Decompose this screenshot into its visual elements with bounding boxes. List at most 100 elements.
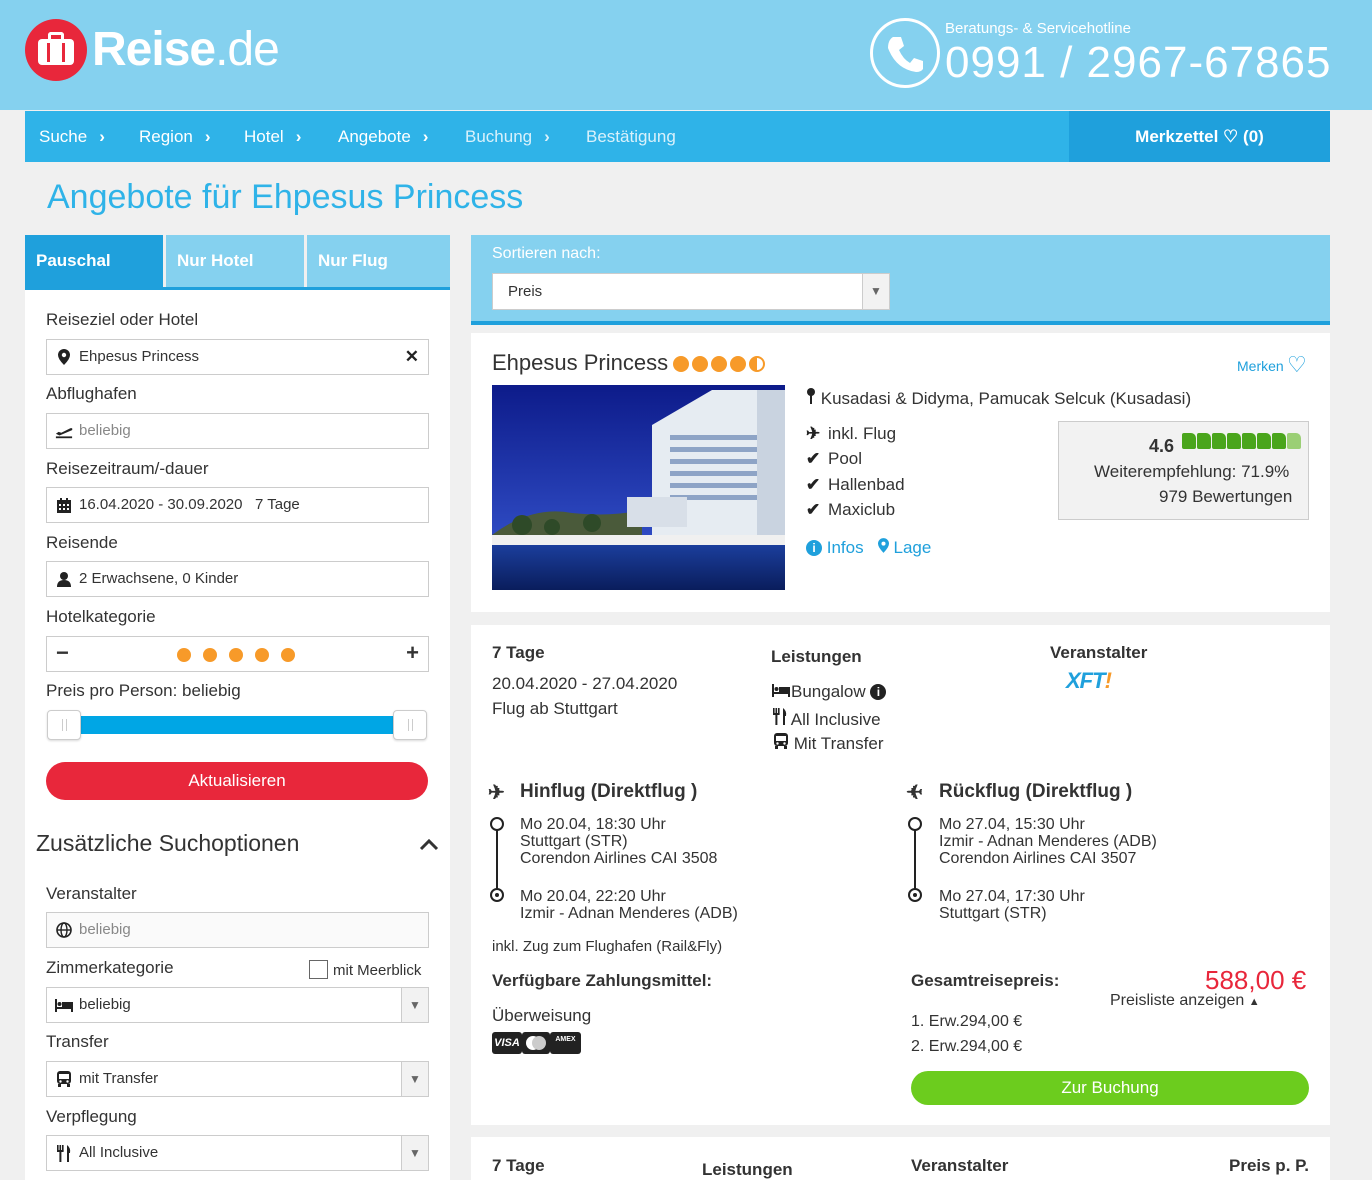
hotline-label: Beratungs- & Servicehotline [945, 20, 1131, 37]
tab-nur-flug[interactable]: Nur Flug [307, 235, 450, 287]
minus-icon[interactable]: − [56, 640, 69, 666]
service-board: All Inclusive [773, 708, 881, 730]
offer-duration: 7 Tage [492, 643, 545, 662]
thumb-up-icon [1227, 433, 1241, 449]
update-button[interactable]: Aktualisieren [46, 762, 428, 800]
travellers-input[interactable]: 2 Erwachsene, 0 Kinder [46, 561, 429, 597]
half-star-icon [749, 356, 765, 372]
chevron-down-icon[interactable]: ▼ [862, 274, 889, 309]
star-icon [692, 356, 708, 372]
service-room: Bungalow i [771, 682, 887, 702]
feature-flight: ✈ inkl. Flug [806, 424, 897, 443]
site-logo[interactable]: Reise.de [25, 19, 280, 81]
inbound-dep-time: Mo 27.04, 15:30 Uhr [939, 816, 1085, 833]
heart-icon[interactable]: ♡ [1287, 352, 1307, 378]
star-icon [673, 356, 689, 372]
hotline-number[interactable]: 0991 / 2967-67865 [945, 38, 1331, 88]
nav-item-suche[interactable]: Suche › [39, 111, 105, 162]
bed-icon [55, 988, 73, 1022]
category-star-dot[interactable] [203, 648, 217, 662]
chevron-right-icon: › [204, 127, 211, 146]
nav-item-region[interactable]: Region › [139, 111, 211, 162]
merkzettel-button[interactable]: Merkzettel ♡ (0) [1069, 111, 1330, 162]
hotel-name[interactable]: Ehpesus Princess [492, 350, 668, 376]
price-label: Preis pro Person: beliebig [46, 681, 241, 700]
plane-takeoff-icon [55, 414, 73, 448]
timeline-end-dot [908, 888, 922, 902]
check-icon: ✔ [806, 475, 821, 494]
hotel-image[interactable] [492, 385, 785, 590]
operator-logo: XFT! [1066, 668, 1112, 693]
category-star-dot[interactable] [177, 648, 191, 662]
map-marker-icon [877, 538, 894, 557]
price-slider-min-handle[interactable] [47, 710, 81, 740]
seaview-label: mit Meerblick [333, 962, 422, 979]
nav-item-buchung[interactable]: Buchung › [465, 111, 550, 162]
info-icon: i [806, 540, 822, 556]
lage-link[interactable]: Lage [877, 538, 931, 557]
info-icon[interactable]: i [870, 684, 887, 700]
extra-options-title[interactable]: Zusätzliche Suchoptionen [36, 830, 299, 857]
outbound-title: Hinflug (Direktflug ) [520, 781, 698, 802]
book-button[interactable]: Zur Buchung [911, 1071, 1309, 1105]
globe-icon [55, 913, 73, 947]
chevron-down-icon[interactable]: ▼ [401, 1062, 428, 1096]
pin-icon [806, 388, 821, 408]
travellers-label: Reisende [46, 533, 118, 552]
seaview-checkbox[interactable] [309, 960, 328, 979]
hotline: Beratungs- & Servicehotline 0991 / 2967-… [870, 18, 1330, 92]
offer2-services-label: Leistungen [702, 1160, 793, 1179]
nav-item-hotel[interactable]: Hotel › [244, 111, 301, 162]
room-select[interactable]: beliebig ▼ [46, 987, 429, 1023]
category-stars[interactable] [177, 648, 295, 662]
offer-card-2 [471, 1137, 1330, 1180]
rating-thumbs [1182, 433, 1301, 449]
rail-fly-note: inkl. Zug zum Flughafen (Rail&Fly) [492, 938, 723, 955]
tab-nur-hotel[interactable]: Nur Hotel [166, 235, 304, 287]
info-link[interactable]: i Infos [806, 538, 864, 557]
thumb-up-icon [1287, 433, 1301, 449]
category-star-dot[interactable] [281, 648, 295, 662]
sort-select[interactable]: Preis ▼ [492, 273, 890, 310]
timeline-end-dot [490, 888, 504, 902]
price-slider-range[interactable] [64, 716, 410, 734]
star-icon [730, 356, 746, 372]
nav-item-angebote[interactable]: Angebote › [338, 111, 428, 162]
tab-pauschal[interactable]: Pauschal [25, 235, 163, 287]
person-price-2: 2. Erw.294,00 € [911, 1038, 1023, 1055]
amex-icon: AMEX [550, 1032, 581, 1054]
hotel-location: Kusadasi & Didyma, Pamucak Selcuk (Kusad… [806, 388, 1191, 409]
outbound-airline: Corendon Airlines CAI 3508 [520, 850, 718, 867]
destination-input[interactable]: Ehpesus Princess ✕ [46, 339, 429, 375]
offer2-price-label: Preis p. P. [1229, 1156, 1310, 1175]
category-star-dot[interactable] [255, 648, 269, 662]
check-icon: ✔ [806, 500, 821, 519]
chevron-up-icon[interactable] [419, 834, 439, 857]
operator-label: Veranstalter [46, 884, 137, 903]
timeline-start-dot [490, 817, 504, 831]
offer2-operator-label: Veranstalter [911, 1156, 1009, 1175]
board-select[interactable]: All Inclusive ▼ [46, 1135, 429, 1171]
operator-input[interactable]: beliebig [46, 912, 429, 948]
price-slider-max-handle[interactable] [393, 710, 427, 740]
payment-method: Überweisung [492, 1006, 592, 1025]
thumb-up-icon [1242, 433, 1256, 449]
period-input[interactable]: 16.04.2020 - 30.09.2020 7 Tage [46, 487, 429, 523]
services-label: Leistungen [771, 647, 862, 666]
clear-icon[interactable]: ✕ [405, 340, 419, 374]
rating-score: 4.6 [1149, 436, 1175, 456]
outbound-arr-time: Mo 20.04, 22:20 Uhr [520, 888, 666, 905]
star-icon [711, 356, 727, 372]
transfer-select[interactable]: mit Transfer ▼ [46, 1061, 429, 1097]
pricelist-toggle[interactable]: Preisliste anzeigen ▲ [1110, 992, 1260, 1010]
merken-link[interactable]: Merken [1237, 358, 1284, 374]
plus-icon[interactable]: + [406, 640, 419, 666]
chevron-right-icon: › [422, 127, 429, 146]
nav-item-bestaetigung[interactable]: Bestätigung [586, 111, 676, 162]
category-star-dot[interactable] [229, 648, 243, 662]
chevron-up-icon: ▲ [1248, 996, 1260, 1008]
chevron-down-icon[interactable]: ▼ [401, 988, 428, 1022]
chevron-down-icon[interactable]: ▼ [401, 1136, 428, 1170]
bed-icon [771, 682, 791, 701]
airport-input[interactable]: beliebig [46, 413, 429, 449]
